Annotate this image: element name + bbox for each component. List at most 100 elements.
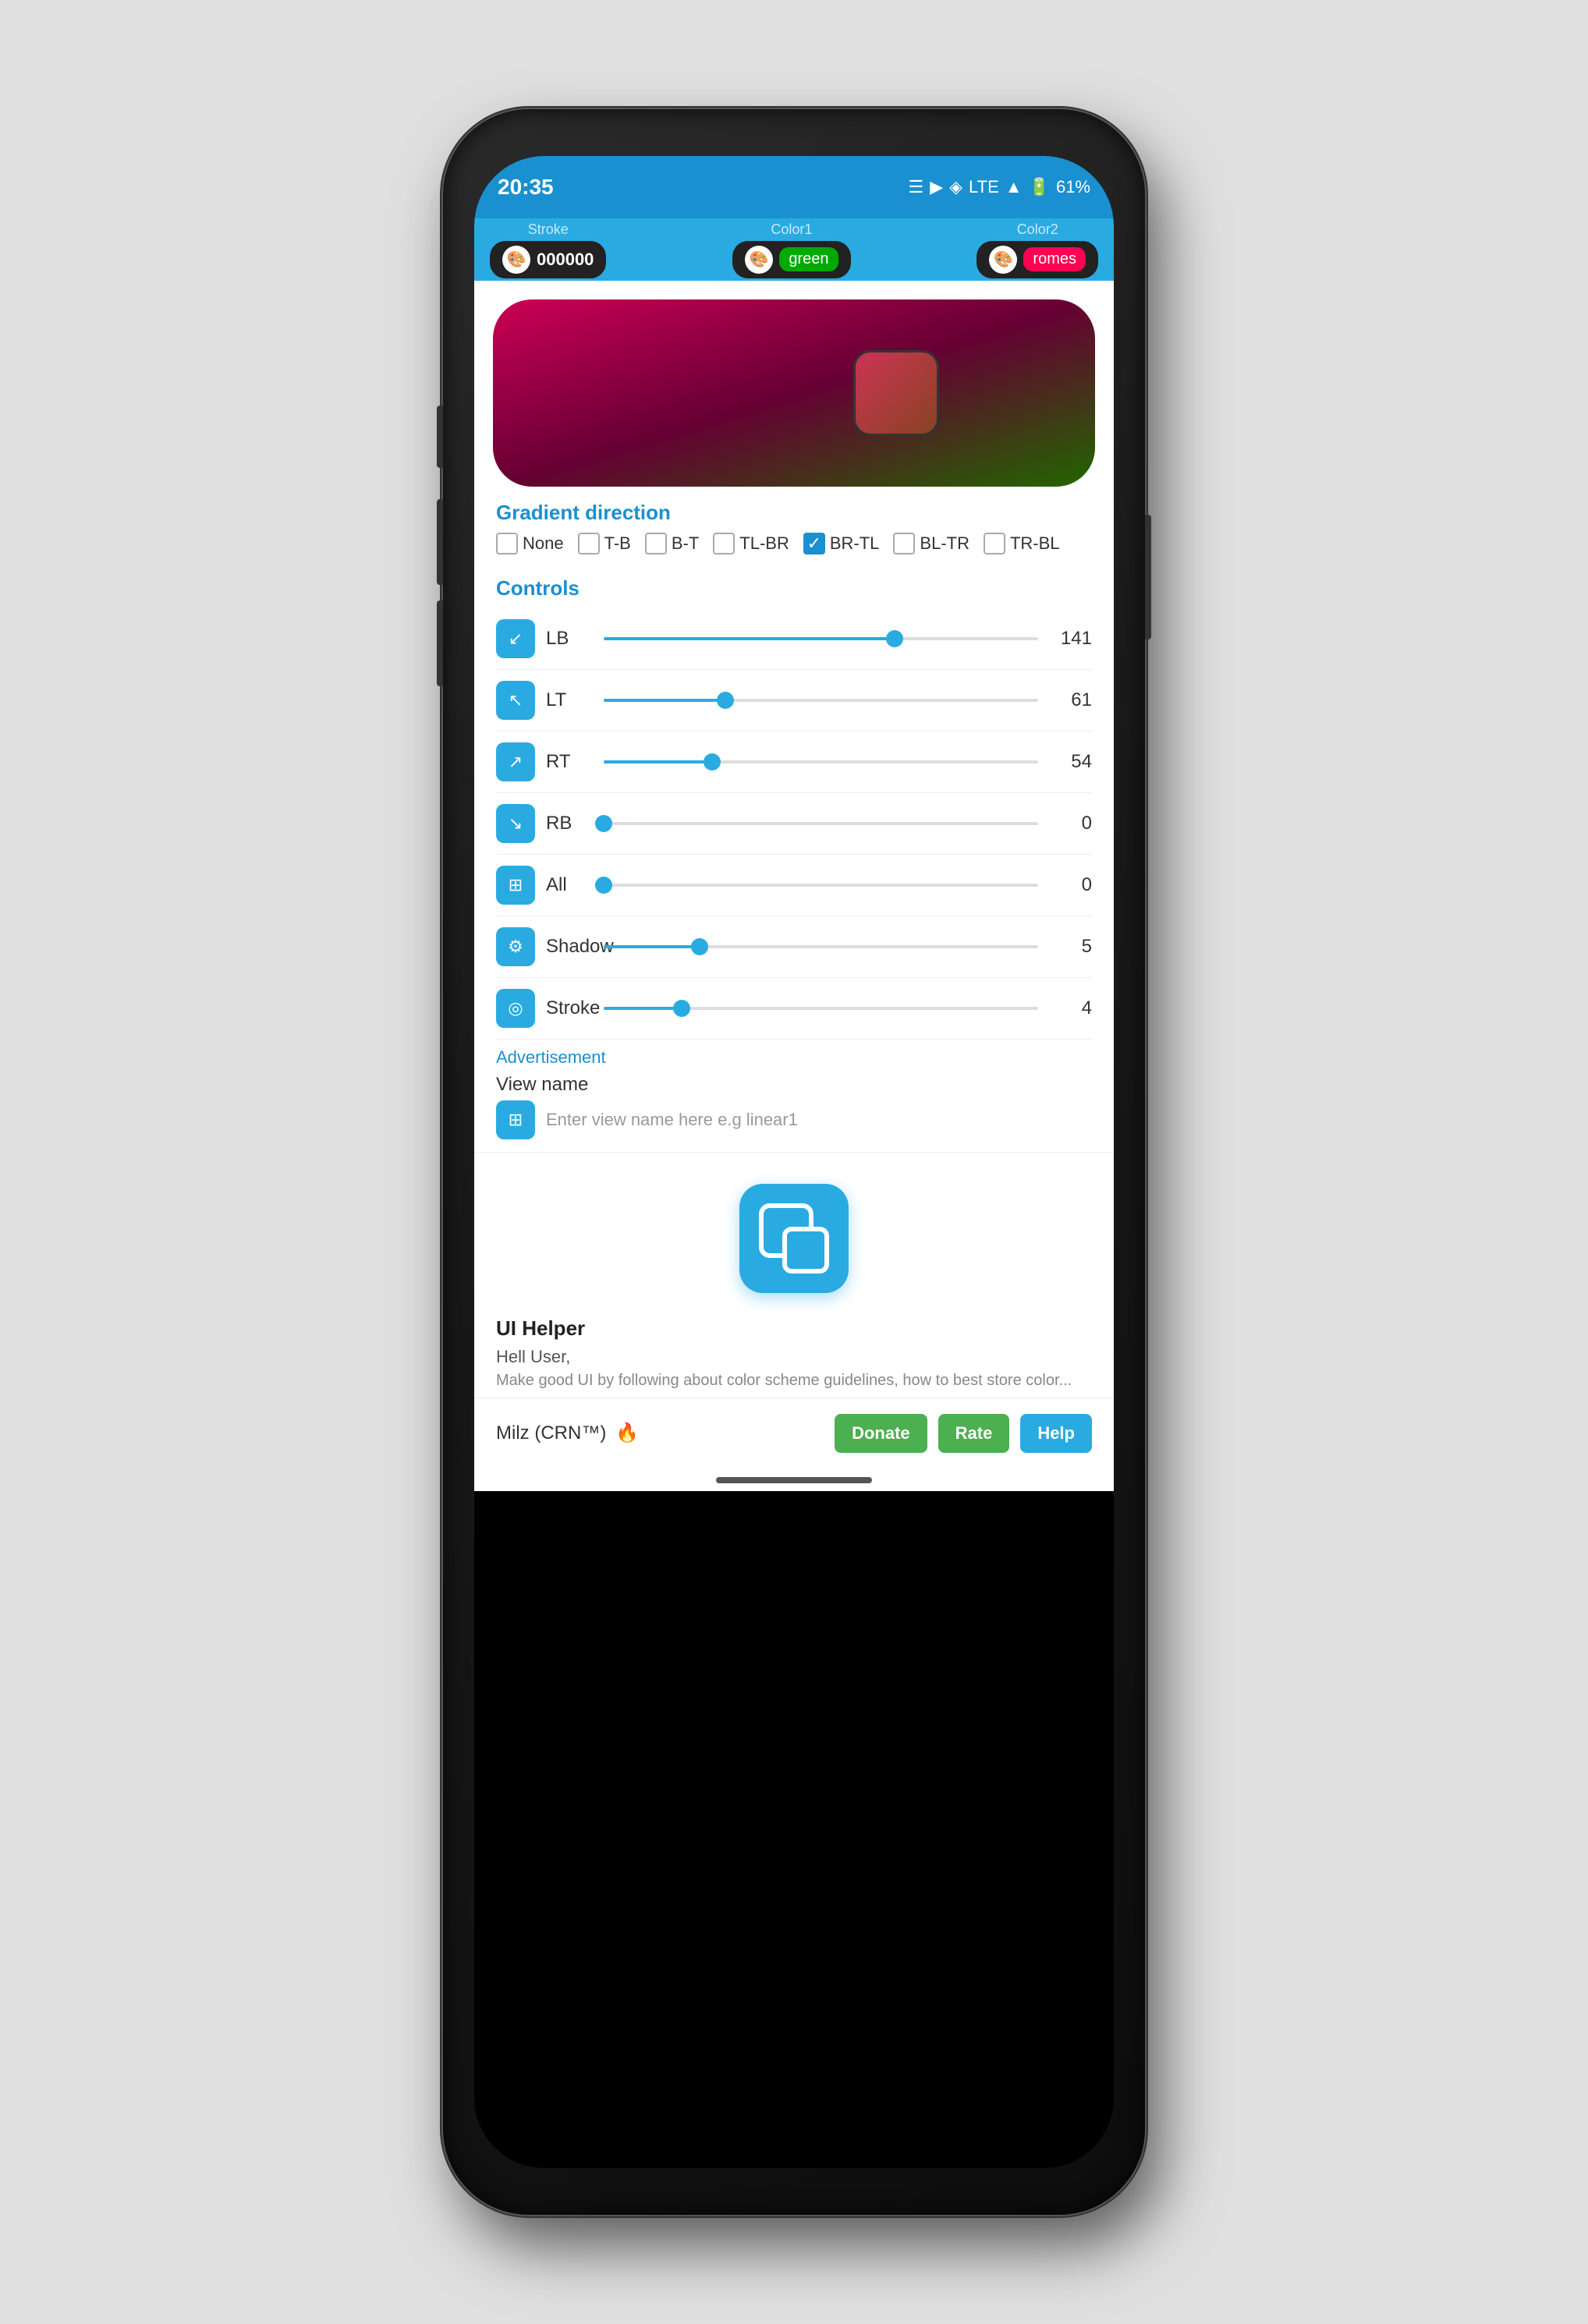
dir-brtl-label: BR-TL	[830, 533, 880, 554]
all-slider[interactable]	[604, 881, 1038, 889]
stroke-slider[interactable]	[604, 1004, 1038, 1012]
brand-emoji: 🔥	[615, 1422, 639, 1444]
lt-icon[interactable]: ↖	[496, 681, 535, 720]
shadow-thumb[interactable]	[691, 938, 708, 955]
all-label: All	[546, 874, 593, 896]
app-icon-area	[474, 1153, 1114, 1309]
branding: Milz (CRN™) 🔥	[496, 1422, 639, 1444]
lt-thumb[interactable]	[717, 692, 734, 709]
dir-brtl[interactable]: ✓ BR-TL	[803, 533, 880, 554]
dir-tlbr[interactable]: TL-BR	[713, 533, 789, 554]
lt-slider[interactable]	[604, 696, 1038, 704]
media-icon: ▶	[930, 177, 943, 197]
all-thumb[interactable]	[595, 877, 612, 894]
checkbox-bltr[interactable]	[893, 533, 915, 554]
lb-icon[interactable]: ↙	[496, 619, 535, 658]
donate-button[interactable]: Donate	[835, 1414, 927, 1453]
lt-label: LT	[546, 689, 593, 711]
ui-helper-subtext: Make good UI by following about color sc…	[496, 1372, 1092, 1390]
rt-icon[interactable]: ↗	[496, 742, 535, 781]
dir-tb-label: T-B	[604, 533, 631, 554]
control-row-lt: ↖ LT 61	[496, 670, 1092, 732]
lb-thumb[interactable]	[886, 630, 903, 647]
controls-section-label: Controls	[474, 562, 1114, 608]
palette-icon: 🎨	[502, 246, 530, 274]
help-button[interactable]: Help	[1020, 1414, 1092, 1453]
page-wrapper: 20:35 ☰ ▶ ◈ LTE ▲ 🔋 61% Stroke 🎨	[0, 0, 1588, 2324]
rb-track	[604, 822, 1038, 825]
view-name-input-row: ⊞ Enter view name here e.g linear1	[474, 1100, 1114, 1153]
lb-value: 141	[1049, 628, 1092, 650]
lb-fill	[604, 637, 895, 640]
color2-value: romes	[1023, 247, 1086, 271]
ui-helper-greeting: Hell User,	[496, 1347, 1092, 1367]
checkbox-none[interactable]	[496, 533, 518, 554]
dir-bltr[interactable]: BL-TR	[893, 533, 969, 554]
dir-tb[interactable]: T-B	[578, 533, 631, 554]
checkbox-tb[interactable]	[578, 533, 600, 554]
direction-row: None T-B B-T TL-BR	[496, 533, 1092, 554]
shadow-fill	[604, 945, 700, 948]
rt-thumb[interactable]	[704, 753, 721, 771]
status-bar: 20:35 ☰ ▶ ◈ LTE ▲ 🔋 61%	[474, 156, 1114, 218]
gradient-preview	[493, 299, 1095, 487]
preview-shape	[853, 350, 939, 436]
gradient-direction-label: Gradient direction	[474, 487, 1114, 533]
shadow-icon[interactable]: ⚙	[496, 927, 535, 966]
battery-percent: 61%	[1056, 177, 1090, 197]
mute-button[interactable]	[437, 600, 443, 686]
stroke-label: Stroke	[528, 221, 569, 238]
rt-slider[interactable]	[604, 758, 1038, 766]
checkbox-brtl[interactable]: ✓	[803, 533, 825, 554]
all-icon[interactable]: ⊞	[496, 866, 535, 905]
control-row-all: ⊞ All 0	[496, 855, 1092, 916]
lb-label: LB	[546, 628, 593, 650]
volume-down-button[interactable]	[437, 499, 443, 585]
all-value: 0	[1049, 874, 1092, 896]
palette-icon-3: 🎨	[989, 246, 1017, 274]
power-button[interactable]	[1145, 515, 1151, 639]
signal-icon: ▲	[1005, 177, 1023, 197]
dir-bt[interactable]: B-T	[645, 533, 699, 554]
view-name-input[interactable]: Enter view name here e.g linear1	[546, 1110, 1092, 1130]
rt-value: 54	[1049, 751, 1092, 773]
shadow-track	[604, 945, 1038, 948]
lb-slider[interactable]	[604, 635, 1038, 643]
phone-shell: 20:35 ☰ ▶ ◈ LTE ▲ 🔋 61% Stroke 🎨	[443, 109, 1145, 2215]
color1-picker[interactable]: 🎨 green	[732, 241, 850, 278]
app-icon[interactable]	[739, 1184, 849, 1293]
control-row-rb: ↘ RB 0	[496, 793, 1092, 855]
stroke-color-picker[interactable]: 🎨 000000	[490, 241, 606, 278]
lt-fill	[604, 699, 725, 702]
stroke-track	[604, 1007, 1038, 1010]
checkbox-bt[interactable]	[645, 533, 667, 554]
shadow-slider[interactable]	[604, 943, 1038, 951]
shadow-label: Shadow	[546, 936, 593, 958]
color1-label: Color1	[771, 221, 812, 238]
checkbox-tlbr[interactable]	[713, 533, 735, 554]
all-track	[604, 884, 1038, 887]
dir-none[interactable]: None	[496, 533, 564, 554]
control-row-rt: ↗ RT 54	[496, 732, 1092, 793]
dir-none-label: None	[523, 533, 564, 554]
checkbox-trbl[interactable]	[984, 533, 1005, 554]
stroke-section: Stroke 🎨 000000	[490, 221, 606, 278]
rb-thumb[interactable]	[595, 815, 612, 832]
rb-slider[interactable]	[604, 820, 1038, 827]
rt-label: RT	[546, 751, 593, 773]
rb-icon[interactable]: ↘	[496, 804, 535, 843]
color2-picker[interactable]: 🎨 romes	[977, 241, 1098, 278]
dir-trbl[interactable]: TR-BL	[984, 533, 1060, 554]
brand-name: Milz (CRN™)	[496, 1422, 606, 1444]
dir-trbl-label: TR-BL	[1010, 533, 1060, 554]
control-row-stroke: ◎ Stroke 4	[496, 978, 1092, 1040]
stroke-thumb[interactable]	[673, 1000, 690, 1017]
rb-label: RB	[546, 813, 593, 834]
control-row-lb: ↙ LB 141	[496, 608, 1092, 670]
rate-button[interactable]: Rate	[938, 1414, 1010, 1453]
stroke-slider-icon[interactable]: ◎	[496, 989, 535, 1028]
volume-up-button[interactable]	[437, 406, 443, 468]
status-time: 20:35	[498, 175, 554, 200]
notification-icon: ☰	[908, 177, 923, 197]
gradient-direction-options: None T-B B-T TL-BR	[474, 533, 1114, 562]
